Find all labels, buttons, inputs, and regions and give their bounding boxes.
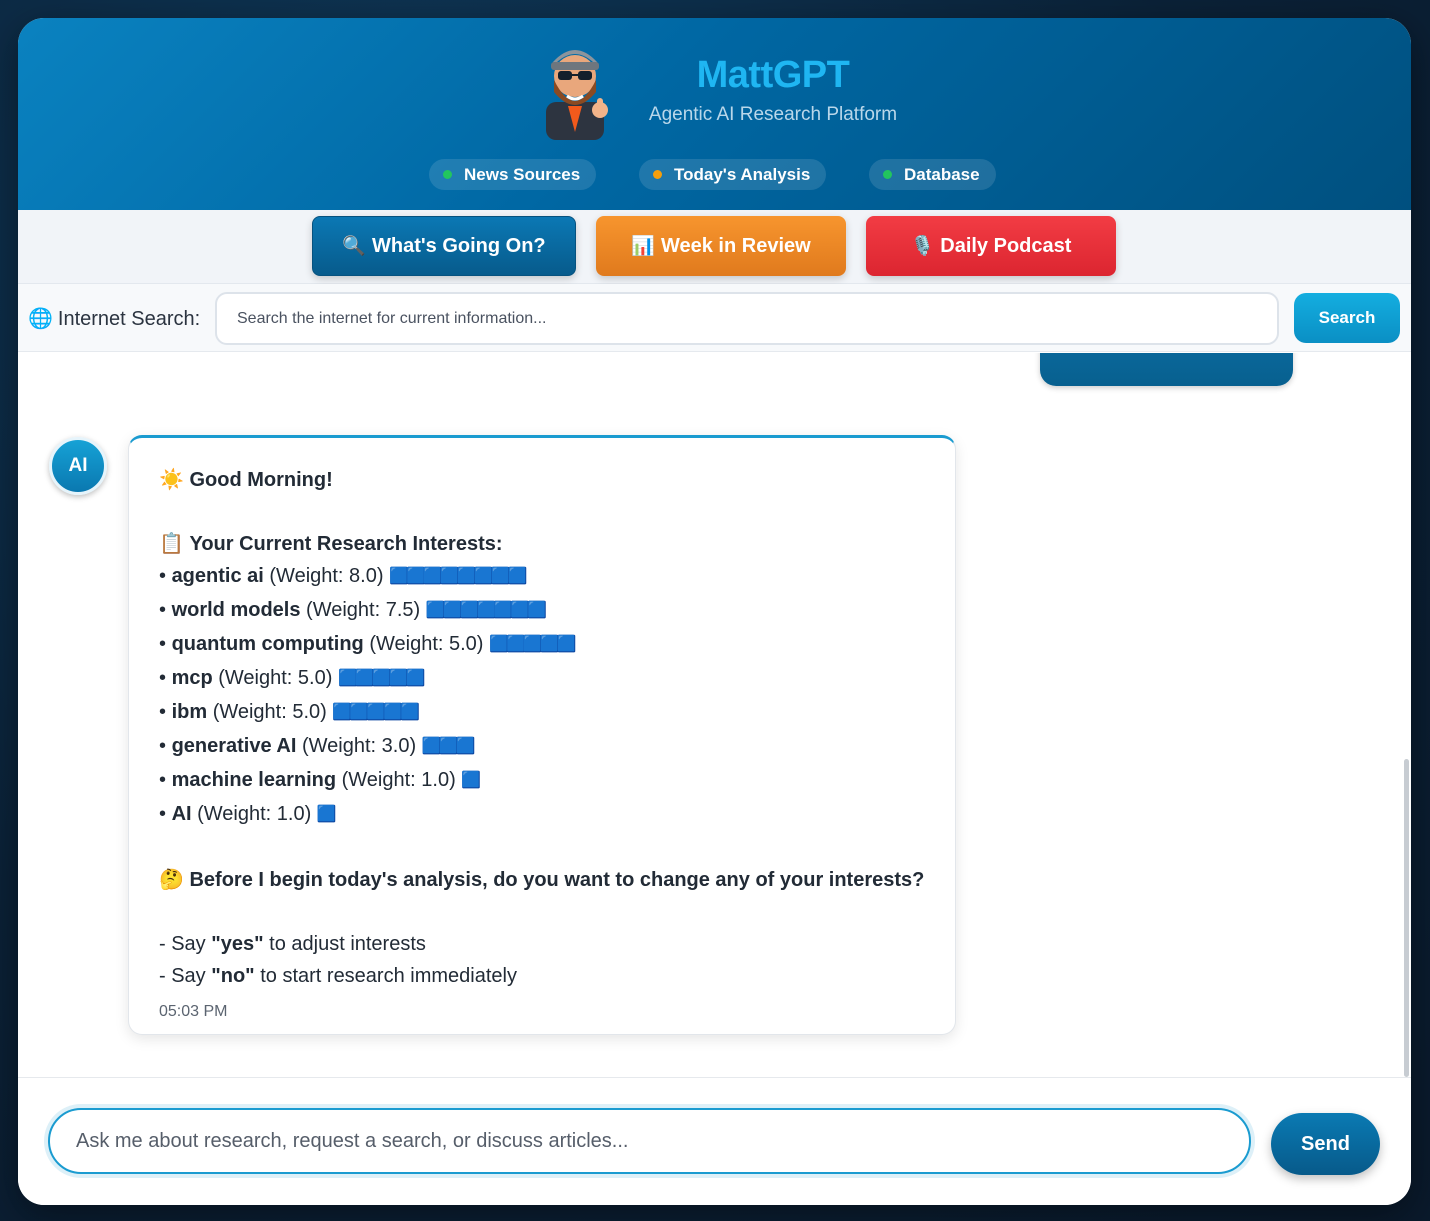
week-in-review-button[interactable]: 📊 Week in Review (596, 216, 846, 276)
status-label: News Sources (464, 164, 581, 184)
interest-weight: (Weight: 1.0) (197, 803, 312, 825)
interest-name: mcp (171, 667, 213, 689)
action-bar: 🔍 What's Going On? 📊 Week in Review 🎙️ D… (18, 210, 1411, 284)
interest-item: • machine learning (Weight: 1.0) 🟦 (159, 769, 481, 791)
weight-bar-icon: 🟦🟦🟦🟦🟦🟦🟦 (425, 602, 547, 619)
scrollbar[interactable] (1404, 759, 1409, 1077)
interest-name: world models (171, 599, 301, 621)
interest-weight: (Weight: 5.0) (369, 633, 484, 655)
weight-bar-icon: 🟦🟦🟦🟦🟦 (332, 704, 420, 721)
app-subtitle: Agentic AI Research Platform (648, 104, 898, 125)
option-yes: - Say "yes" to adjust interests (159, 928, 925, 960)
interest-name: agentic ai (171, 565, 264, 587)
weight-bar-icon: 🟦 (461, 772, 481, 789)
interest-item: • ibm (Weight: 5.0) 🟦🟦🟦🟦🟦 (159, 701, 420, 723)
clipboard-icon: 📋 (159, 533, 184, 555)
interest-item: • mcp (Weight: 5.0) 🟦🟦🟦🟦🟦 (159, 667, 426, 689)
interest-name: quantum computing (171, 633, 364, 655)
whats-going-on-button[interactable]: 🔍 What's Going On? (312, 216, 576, 276)
greeting-text: Good Morning! (189, 469, 333, 491)
message-timestamp: 05:03 PM (159, 1003, 228, 1020)
status-dot-icon (653, 170, 662, 179)
status-todays-analysis: Today's Analysis (639, 159, 827, 190)
search-button[interactable]: Search (1294, 293, 1400, 343)
question-text: Before I begin today's analysis, do you … (189, 869, 925, 891)
ai-avatar: AI (49, 437, 107, 495)
option-keyword: "no" (211, 965, 255, 987)
interest-weight: (Weight: 7.5) (306, 599, 421, 621)
chat-messages[interactable]: 05:03 PM AI ☀️ Good Morning! 📋 Your Curr… (18, 353, 1411, 1077)
weight-bar-icon: 🟦🟦🟦🟦🟦 (489, 636, 577, 653)
option-keyword: "yes" (211, 933, 264, 955)
internet-search-input[interactable] (215, 292, 1279, 345)
message-time: 05:03 PM (1070, 353, 1130, 355)
heading-text: Your Current Research Interests: (189, 533, 503, 555)
app-title: MattGPT (696, 54, 850, 96)
interest-weight: (Weight: 5.0) (218, 667, 333, 689)
sun-icon: ☀️ (159, 469, 184, 491)
globe-icon: 🌐 (28, 308, 53, 330)
internet-search-bar: 🌐 Internet Search: Search (18, 284, 1411, 352)
interest-item: • AI (Weight: 1.0) 🟦 (159, 803, 337, 825)
interest-item: • world models (Weight: 7.5) 🟦🟦🟦🟦🟦🟦🟦 (159, 599, 547, 621)
status-database: Database (869, 159, 996, 190)
header: MattGPT Agentic AI Research Platform New… (18, 18, 1411, 210)
app-window: MattGPT Agentic AI Research Platform New… (18, 18, 1411, 1205)
interests-heading: 📋 Your Current Research Interests: (159, 528, 925, 560)
interest-item: • agentic ai (Weight: 8.0) 🟦🟦🟦🟦🟦🟦🟦🟦 (159, 565, 527, 587)
interest-name: AI (171, 803, 192, 825)
user-message-bubble: 05:03 PM (1040, 353, 1293, 386)
mascot-logo (546, 50, 608, 140)
message-composer: Send (18, 1077, 1411, 1205)
chat-input[interactable] (48, 1108, 1251, 1174)
interest-name: ibm (171, 701, 208, 723)
button-label: What's Going On? (372, 234, 546, 257)
option-suffix: to start research immediately (254, 965, 517, 987)
option-prefix: - Say (159, 933, 212, 955)
option-no: - Say "no" to start research immediately (159, 960, 925, 992)
interest-name: generative AI (171, 735, 297, 757)
status-label: Database (904, 164, 980, 184)
magnifier-icon: 🔍 (342, 236, 367, 257)
greeting-line: ☀️ Good Morning! (159, 464, 925, 496)
status-label: Today's Analysis (674, 164, 811, 184)
option-prefix: - Say (159, 965, 212, 987)
microphone-icon: 🎙️ (910, 236, 935, 257)
weight-bar-icon: 🟦🟦🟦🟦🟦🟦🟦🟦 (389, 568, 527, 585)
weight-bar-icon: 🟦🟦🟦 (421, 738, 476, 755)
interest-name: machine learning (171, 769, 337, 791)
option-suffix: to adjust interests (263, 933, 426, 955)
interest-item: • quantum computing (Weight: 5.0) 🟦🟦🟦🟦🟦 (159, 633, 577, 655)
ai-message-bubble: ☀️ Good Morning! 📋 Your Current Research… (128, 435, 956, 1035)
button-label: Week in Review (660, 234, 811, 257)
label-text: Internet Search: (57, 308, 201, 330)
question-line: 🤔 Before I begin today's analysis, do yo… (159, 864, 925, 896)
status-dot-icon (443, 170, 452, 179)
interest-item: • generative AI (Weight: 3.0) 🟦🟦🟦 (159, 735, 476, 757)
thinking-face-icon: 🤔 (159, 869, 184, 891)
weight-bar-icon: 🟦 (316, 806, 337, 823)
status-dot-icon (883, 170, 892, 179)
weight-bar-icon: 🟦🟦🟦🟦🟦 (337, 670, 426, 687)
interest-weight: (Weight: 8.0) (269, 565, 384, 587)
internet-search-label: 🌐 Internet Search: (28, 306, 200, 331)
bar-chart-icon: 📊 (631, 236, 655, 257)
button-label: Daily Podcast (940, 234, 1072, 257)
interest-weight: (Weight: 1.0) (341, 769, 456, 791)
daily-podcast-button[interactable]: 🎙️ Daily Podcast (866, 216, 1116, 276)
interest-weight: (Weight: 5.0) (212, 701, 327, 723)
status-news-sources: News Sources (429, 159, 597, 190)
send-button[interactable]: Send (1271, 1113, 1380, 1175)
interest-weight: (Weight: 3.0) (302, 735, 417, 757)
